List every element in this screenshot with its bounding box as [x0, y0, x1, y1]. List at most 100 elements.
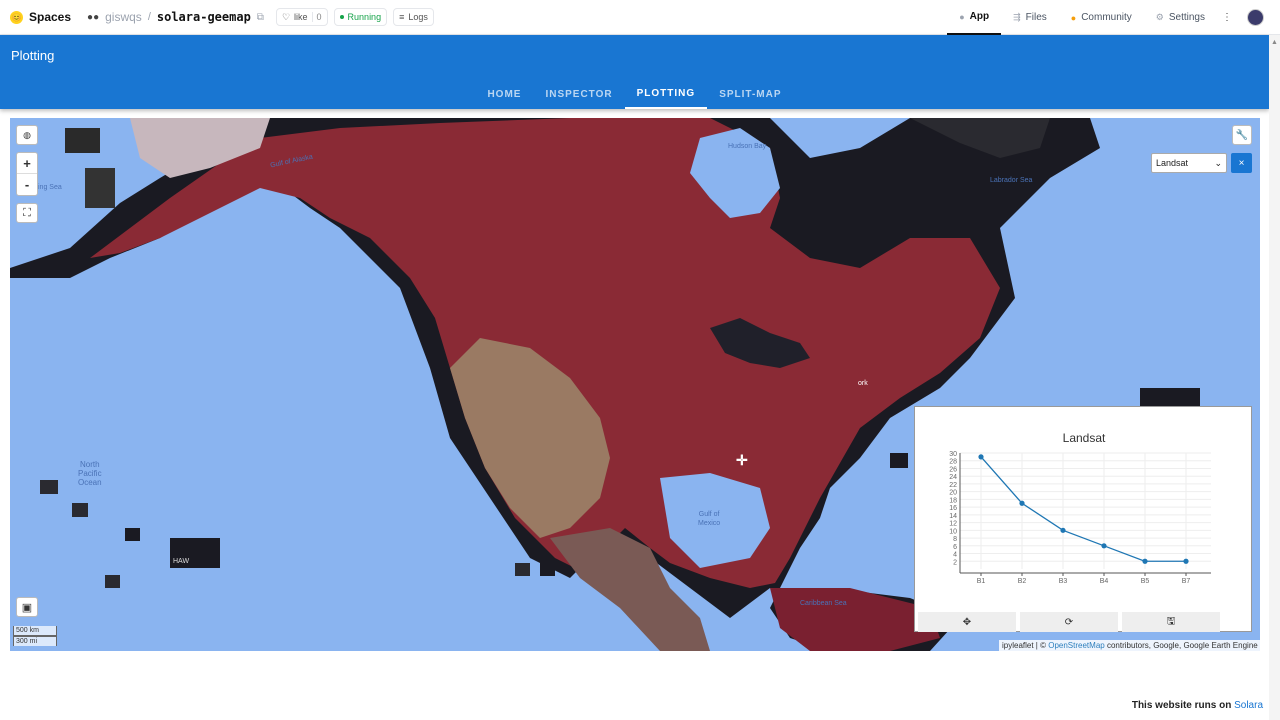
app-tabs: HOME INSPECTOR PLOTTING SPLIT-MAP: [0, 79, 1269, 109]
more-menu-icon[interactable]: ⋮: [1217, 12, 1237, 23]
y-tick-label: 8: [953, 536, 957, 543]
data-point: [1183, 558, 1189, 564]
zoom-out-button[interactable]: -: [17, 174, 37, 195]
page-scrollbar[interactable]: ▲: [1269, 35, 1280, 720]
save-icon[interactable]: 🖫: [1122, 612, 1220, 632]
label-bering: ing Sea: [38, 184, 62, 191]
tab-app[interactable]: ● App: [947, 0, 1002, 35]
x-tick-label: B2: [1018, 578, 1027, 585]
tab-home[interactable]: HOME: [475, 79, 533, 109]
y-tick-label: 28: [949, 459, 957, 466]
y-tick-label: 30: [949, 451, 957, 458]
zoom-in-button[interactable]: +: [17, 153, 37, 174]
reset-icon[interactable]: ⟳: [1020, 612, 1118, 632]
label-pacific: Pacific: [78, 469, 102, 478]
data-point: [1142, 558, 1148, 564]
tab-files-label: Files: [1025, 12, 1047, 23]
label-hudson: Hudson Bay: [728, 143, 767, 150]
tab-community-label: Community: [1081, 12, 1132, 23]
tab-files[interactable]: ⇶ Files: [1001, 0, 1059, 35]
y-tick-label: 24: [949, 474, 957, 481]
attribution-suffix: contributors, Google, Google Earth Engin…: [1106, 641, 1258, 650]
tab-app-label: App: [969, 11, 990, 22]
y-tick-label: 6: [953, 544, 957, 551]
y-tick-label: 2: [953, 559, 957, 566]
heart-icon: ♡: [281, 11, 291, 22]
layer-dropdown[interactable]: Landsat ⌄: [1151, 153, 1227, 173]
data-point: [1060, 527, 1066, 533]
label-north: North: [80, 460, 100, 469]
like-label: like: [294, 12, 308, 22]
solara-link[interactable]: Solara: [1234, 700, 1263, 711]
y-tick-label: 12: [949, 521, 957, 528]
hf-header: 😊 Spaces ●● giswqs / solara-geemap ⧉ ♡ l…: [0, 0, 1280, 35]
map-attribution: ipyleaflet | © OpenStreetMap contributor…: [999, 640, 1261, 651]
pan-icon[interactable]: ✥: [918, 612, 1016, 632]
settings-icon: ⚙: [1155, 12, 1164, 22]
owner-link[interactable]: giswqs: [105, 10, 142, 24]
label-north-pacific: North Pacific Ocean: [78, 460, 102, 487]
scale-mi: 300 mi: [13, 636, 57, 646]
tab-plotting[interactable]: PLOTTING: [624, 79, 708, 109]
x-tick-label: B1: [977, 578, 986, 585]
logs-icon: ≡: [399, 12, 405, 22]
label-gulf-mexico: Gulf of Mexico: [698, 510, 720, 528]
app-icon: ●: [959, 11, 965, 22]
like-button[interactable]: ♡ like 0: [275, 8, 328, 26]
y-tick-label: 18: [949, 497, 957, 504]
tab-settings[interactable]: ⚙ Settings: [1144, 0, 1217, 35]
tab-split-map[interactable]: SPLIT-MAP: [707, 79, 793, 109]
label-caribbean: Caribbean Sea: [800, 600, 847, 607]
like-count: 0: [311, 12, 322, 22]
tab-community[interactable]: ● Community: [1059, 0, 1144, 35]
x-tick-label: B7: [1182, 578, 1191, 585]
chevron-down-icon: ⌄: [1214, 157, 1222, 168]
scale-bar: 500 km 300 mi: [13, 626, 57, 646]
osm-link[interactable]: OpenStreetMap: [1048, 641, 1104, 650]
spaces-link[interactable]: Spaces: [29, 10, 71, 24]
footer-text: This website runs on: [1131, 700, 1232, 711]
huggingface-logo-icon[interactable]: 😊: [10, 10, 23, 24]
globe-search-icon[interactable]: ◍: [16, 125, 38, 145]
data-point: [1019, 500, 1025, 506]
label-mexico: Mexico: [698, 520, 721, 527]
label-new-york: ork: [858, 380, 868, 387]
files-icon: ⇶: [1013, 12, 1021, 22]
layer-dropdown-value: Landsat: [1156, 158, 1189, 168]
draw-rectangle-icon[interactable]: ▣: [16, 597, 38, 617]
community-icon: ●: [1070, 12, 1077, 23]
page-title: Plotting: [11, 48, 55, 63]
chart-toolbar: ✥ ⟳ 🖫: [918, 612, 1220, 632]
logs-button[interactable]: ≡ Logs: [393, 8, 434, 26]
y-tick-label: 16: [949, 505, 957, 512]
label-hawaii: HAW: [173, 558, 190, 565]
scale-km: 500 km: [13, 626, 57, 636]
status-badge[interactable]: Running: [333, 8, 388, 26]
label-labrador: Labrador Sea: [990, 177, 1033, 184]
copy-icon[interactable]: ⧉: [257, 12, 264, 23]
logs-label: Logs: [408, 12, 428, 22]
attribution-prefix: ipyleaflet | ©: [1002, 641, 1046, 650]
close-layer-button[interactable]: ×: [1231, 153, 1252, 173]
wrench-icon[interactable]: 🔧: [1232, 125, 1252, 145]
fullscreen-icon[interactable]: ⛶: [16, 203, 38, 223]
user-avatar[interactable]: [1247, 9, 1264, 26]
status-dot-icon: [339, 15, 344, 19]
y-tick-label: 10: [949, 528, 957, 535]
line-chart: 24681012141618202224262830B1 B2 B3 B4 B5 B7: [949, 451, 1211, 585]
crosshair-cursor-icon: ✛: [736, 452, 748, 468]
tab-settings-label: Settings: [1168, 12, 1205, 23]
scroll-up-icon[interactable]: ▲: [1271, 39, 1278, 46]
label-ocean: Ocean: [78, 478, 102, 487]
tab-inspector[interactable]: INSPECTOR: [533, 79, 624, 109]
x-tick-label: B3: [1059, 578, 1068, 585]
repo-name[interactable]: solara-geemap: [157, 10, 251, 24]
chart-panel: Landsat 2 4 6 8 10 12 14 16 18 20 22 24 26 28 30 B1 B2 B3…: [914, 406, 1252, 632]
status-label: Running: [347, 12, 382, 22]
owner-avatar-icon: ●●: [87, 11, 100, 23]
y-tick-label: 4: [953, 552, 957, 559]
y-tick-label: 20: [949, 490, 957, 497]
zoom-control: + -: [16, 152, 38, 196]
y-tick-label: 14: [949, 513, 957, 520]
y-tick-label: 22: [949, 482, 957, 489]
